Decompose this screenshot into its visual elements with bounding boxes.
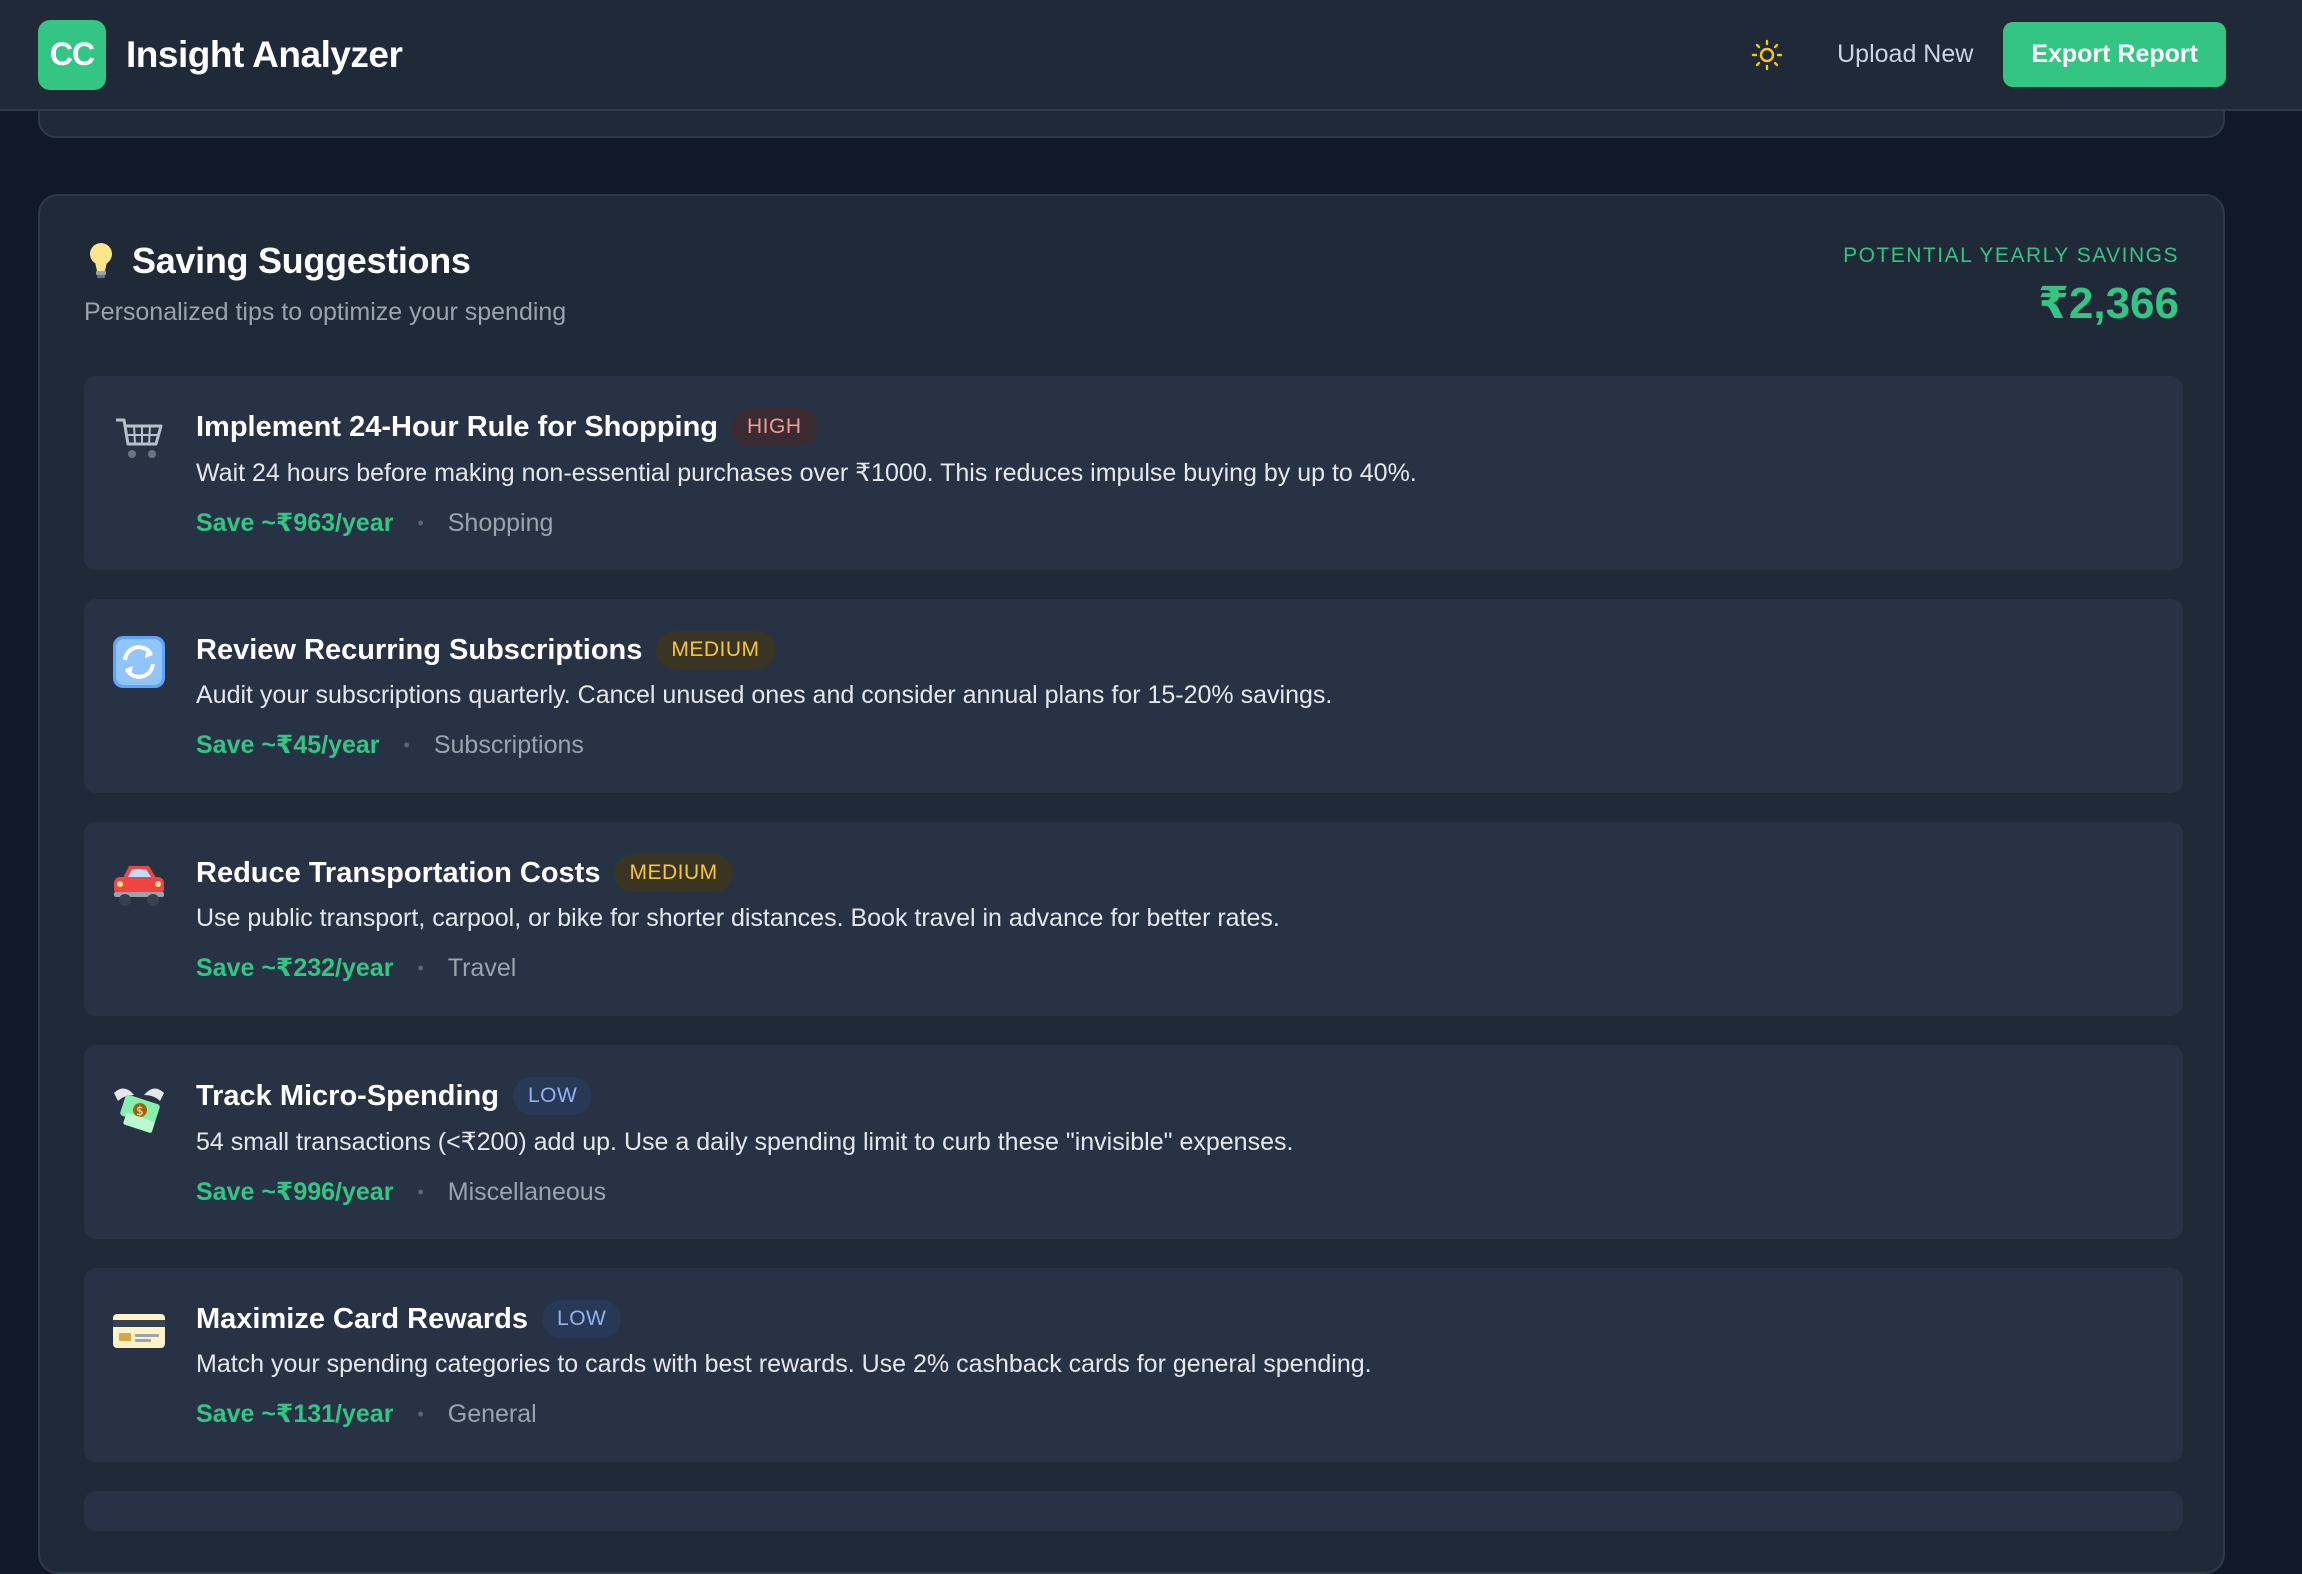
suggestion-item[interactable]: Review Recurring Subscriptions MEDIUM Au… bbox=[84, 599, 2183, 793]
separator-dot: • bbox=[417, 1403, 424, 1424]
suggestion-body: Reduce Transportation Costs MEDIUM Use p… bbox=[196, 852, 2143, 983]
suggestion-title: Maximize Card Rewards bbox=[196, 1302, 529, 1335]
separator-dot: • bbox=[417, 512, 424, 533]
suggestion-meta: Save ~₹45/year • Subscriptions bbox=[196, 730, 2143, 760]
suggestion-item[interactable]: $ Track Micro-Spending LOW 54 small tran… bbox=[84, 1045, 2183, 1239]
app-logo[interactable]: CC bbox=[38, 19, 106, 90]
suggestion-title: Track Micro-Spending bbox=[196, 1079, 499, 1112]
saving-suggestions-card: Saving Suggestions Personalized tips to … bbox=[38, 194, 2225, 1574]
suggestion-savings: Save ~₹996/year bbox=[196, 1178, 394, 1206]
next-suggestion-item-partial bbox=[84, 1491, 2183, 1531]
suggestion-description: Match your spending categories to cards … bbox=[196, 1350, 1372, 1378]
potential-savings-label: POTENTIAL YEARLY SAVINGS bbox=[1843, 244, 2179, 267]
refresh-icon bbox=[110, 633, 168, 691]
suggestion-item[interactable]: Implement 24-Hour Rule for Shopping HIGH… bbox=[84, 376, 2183, 570]
svg-text:$: $ bbox=[136, 1104, 144, 1118]
top-header: CC Insight Analyzer Upload New Export Re… bbox=[0, 0, 2302, 111]
separator-dot: • bbox=[417, 1181, 424, 1202]
suggestion-item[interactable]: Maximize Card Rewards LOW Match your spe… bbox=[84, 1268, 2183, 1462]
suggestion-title-row: Reduce Transportation Costs MEDIUM bbox=[196, 852, 2143, 894]
suggestion-savings: Save ~₹45/year bbox=[196, 731, 380, 759]
lightbulb-icon bbox=[90, 243, 112, 278]
money-with-wings-icon: $ bbox=[110, 1079, 168, 1137]
suggestion-title-row: Implement 24-Hour Rule for Shopping HIGH bbox=[196, 406, 2143, 448]
suggestion-title-row: Track Micro-Spending LOW bbox=[196, 1075, 2143, 1117]
suggestion-savings: Save ~₹131/year bbox=[196, 1400, 394, 1428]
separator-dot: • bbox=[403, 734, 410, 755]
suggestion-category: General bbox=[447, 1399, 537, 1428]
suggestion-body: Maximize Card Rewards LOW Match your spe… bbox=[196, 1298, 2143, 1429]
priority-badge: HIGH bbox=[732, 408, 817, 446]
suggestion-category: Miscellaneous bbox=[447, 1177, 607, 1206]
card-title: Saving Suggestions bbox=[132, 240, 471, 281]
suggestion-savings: Save ~₹963/year bbox=[196, 509, 394, 537]
suggestion-title: Review Recurring Subscriptions bbox=[196, 633, 643, 666]
priority-badge: MEDIUM bbox=[614, 854, 733, 892]
credit-card-icon bbox=[110, 1302, 168, 1360]
suggestion-list: Implement 24-Hour Rule for Shopping HIGH… bbox=[84, 376, 2183, 1531]
shopping-cart-icon bbox=[110, 410, 168, 468]
export-report-button[interactable]: Export Report bbox=[2003, 22, 2226, 87]
suggestion-savings: Save ~₹232/year bbox=[196, 954, 394, 982]
suggestion-meta: Save ~₹963/year • Shopping bbox=[196, 508, 2143, 538]
suggestion-title: Reduce Transportation Costs bbox=[196, 856, 601, 889]
suggestion-body: Review Recurring Subscriptions MEDIUM Au… bbox=[196, 629, 2143, 760]
suggestion-category: Travel bbox=[447, 953, 517, 982]
suggestion-meta: Save ~₹996/year • Miscellaneous bbox=[196, 1177, 2143, 1207]
suggestion-description: Use public transport, carpool, or bike f… bbox=[196, 904, 1280, 932]
suggestion-meta: Save ~₹131/year • General bbox=[196, 1399, 2143, 1429]
suggestion-meta: Save ~₹232/year • Travel bbox=[196, 953, 2143, 983]
app-title: Insight Analyzer bbox=[126, 33, 403, 75]
car-icon bbox=[110, 856, 168, 914]
suggestion-title-row: Maximize Card Rewards LOW bbox=[196, 1298, 2143, 1340]
suggestion-category: Subscriptions bbox=[433, 730, 584, 759]
card-header: Saving Suggestions Personalized tips to … bbox=[84, 240, 2179, 350]
separator-dot: • bbox=[417, 957, 424, 978]
priority-badge: MEDIUM bbox=[656, 631, 775, 669]
theme-toggle-button[interactable] bbox=[1745, 33, 1789, 77]
suggestion-description: 54 small transactions (<₹200) add up. Us… bbox=[196, 1128, 1294, 1156]
potential-savings-summary: POTENTIAL YEARLY SAVINGS ₹2,366 bbox=[1843, 240, 2179, 329]
suggestion-title: Implement 24-Hour Rule for Shopping bbox=[196, 410, 719, 443]
suggestion-description: Audit your subscriptions quarterly. Canc… bbox=[196, 681, 1333, 709]
upload-new-button[interactable]: Upload New bbox=[1837, 40, 1973, 69]
potential-savings-amount: ₹2,366 bbox=[2038, 279, 2179, 328]
suggestion-body: Track Micro-Spending LOW 54 small transa… bbox=[196, 1075, 2143, 1207]
suggestion-description: Wait 24 hours before making non-essentia… bbox=[196, 459, 1417, 487]
suggestion-title-row: Review Recurring Subscriptions MEDIUM bbox=[196, 629, 2143, 671]
sun-icon bbox=[1751, 39, 1783, 70]
suggestion-body: Implement 24-Hour Rule for Shopping HIGH… bbox=[196, 406, 2143, 538]
priority-badge: LOW bbox=[542, 1300, 622, 1338]
priority-badge: LOW bbox=[512, 1077, 593, 1115]
suggestion-item[interactable]: Reduce Transportation Costs MEDIUM Use p… bbox=[84, 822, 2183, 1016]
suggestion-category: Shopping bbox=[447, 508, 554, 537]
